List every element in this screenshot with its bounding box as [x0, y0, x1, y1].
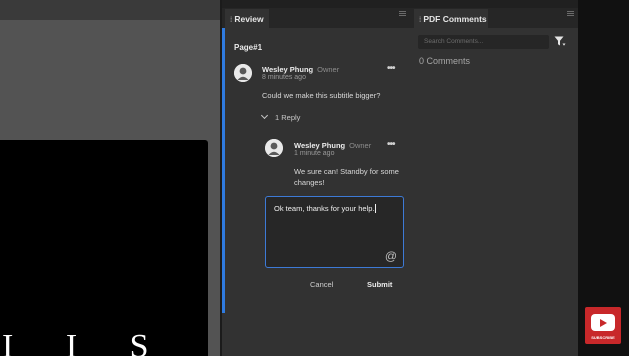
user-avatar-icon	[234, 64, 252, 82]
review-tab-row: ⁞ Review	[222, 8, 412, 28]
comment-more-icon[interactable]: •••	[387, 63, 395, 74]
tab-review[interactable]: ⁞ Review	[225, 9, 269, 28]
selected-thread-indicator	[222, 28, 225, 313]
subscribe-label: SUBSCRIBE	[591, 335, 615, 340]
pdf-comments-panel: ⁞ PDF Comments Search Comments... 0 Comme…	[412, 8, 578, 356]
subscribe-badge[interactable]: SUBSCRIBE	[585, 307, 621, 344]
reply-timestamp: 1 minute ago	[294, 150, 335, 157]
comment-timestamp: 8 minutes ago	[262, 74, 306, 81]
reply-author-name: Wesley Phung	[294, 141, 346, 150]
document-page[interactable]	[0, 140, 208, 356]
reply-author-role: Owner	[349, 141, 372, 150]
pdf-comments-tab-row: ⁞ PDF Comments	[412, 8, 578, 28]
reply-input-text: Ok team, thanks for your help.	[274, 204, 375, 213]
page-label: Page#1	[234, 43, 263, 52]
search-comments-input[interactable]: Search Comments...	[418, 35, 549, 49]
comment-author-role: Owner	[317, 65, 340, 74]
tab-pdf-comments[interactable]: ⁞ PDF Comments	[414, 9, 488, 28]
canvas-toolbar	[0, 0, 220, 20]
avatar	[265, 139, 283, 157]
comment-count: 0 Comments	[419, 56, 471, 66]
youtube-play-icon	[591, 314, 615, 331]
cancel-button[interactable]: Cancel	[310, 280, 333, 289]
right-background	[578, 0, 629, 356]
grip-icon: ⁞	[230, 17, 233, 24]
tab-review-label: Review	[234, 14, 264, 24]
tab-pdf-comments-label: PDF Comments	[423, 14, 487, 24]
comment-text: Could we make this subtitle bigger?	[262, 91, 381, 100]
comment-author: Wesley Phung Owner	[262, 65, 339, 74]
reply-more-icon[interactable]: •••	[387, 139, 395, 150]
reply-input-value: Ok team, thanks for your help.	[274, 204, 377, 213]
document-canvas: I I S	[0, 0, 220, 356]
document-text: I I S	[2, 328, 171, 356]
avatar	[234, 64, 252, 82]
reply-text: We sure can! Standby for some changes!	[294, 167, 399, 187]
reply-author: Wesley Phung Owner	[294, 141, 371, 150]
reply-input[interactable]: Ok team, thanks for your help. @	[265, 196, 404, 268]
submit-button[interactable]: Submit	[367, 280, 392, 289]
panel-menu-icon[interactable]	[567, 11, 574, 17]
mention-icon[interactable]: @	[385, 249, 397, 263]
panel-menu-icon[interactable]	[399, 11, 406, 17]
replies-toggle-label: 1 Reply	[275, 113, 301, 122]
panel-top-strip	[222, 0, 578, 8]
replies-toggle[interactable]: 1 Reply	[260, 111, 301, 122]
review-panel: ⁞ Review Page#1 Wesley Phung Owner 8 minut…	[222, 8, 412, 356]
text-cursor	[375, 204, 377, 213]
grip-icon: ⁞	[419, 17, 422, 24]
user-avatar-icon	[265, 139, 283, 157]
chevron-down-icon	[260, 111, 269, 120]
comment-author-name: Wesley Phung	[262, 65, 314, 74]
filter-icon[interactable]	[554, 36, 566, 47]
